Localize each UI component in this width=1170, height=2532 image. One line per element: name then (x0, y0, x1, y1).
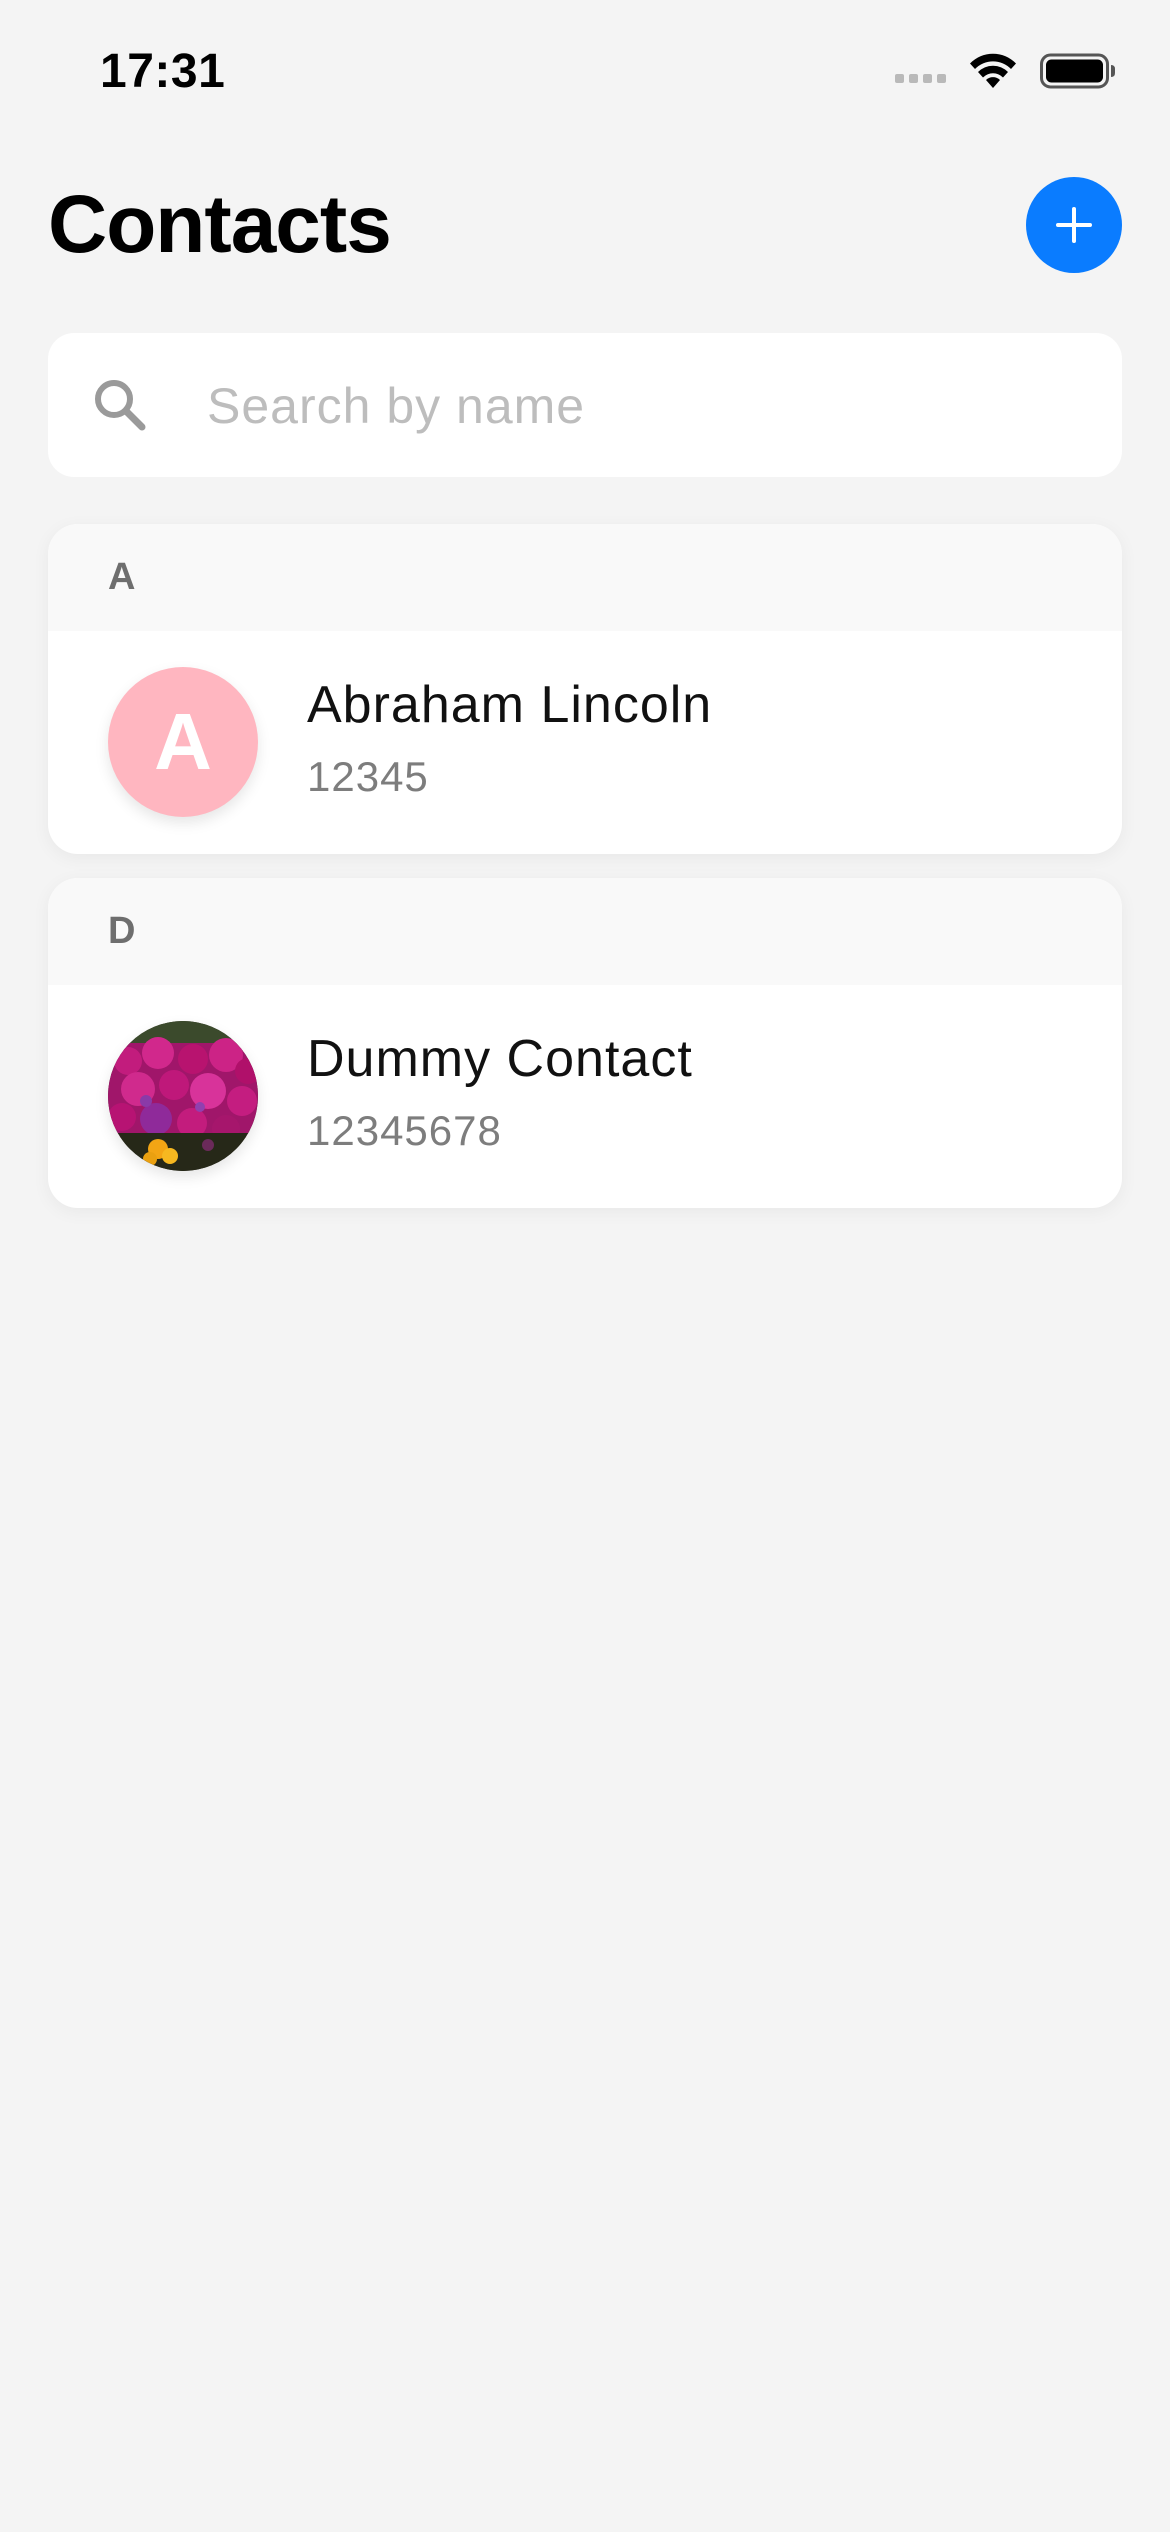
search-bar[interactable] (48, 333, 1122, 477)
status-icons (895, 52, 1116, 90)
contact-name: Dummy Contact (307, 1030, 693, 1088)
search-icon (95, 380, 146, 431)
wifi-icon (970, 53, 1016, 88)
section-d: D Dummy Contact 12345678 (48, 878, 1122, 1208)
section-a: A A Abraham Lincoln 12345 (48, 524, 1122, 854)
contact-phone: 12345678 (307, 1107, 502, 1154)
section-header: D (48, 878, 1122, 985)
contact-row-dummy-contact[interactable]: Dummy Contact 12345678 (48, 985, 1122, 1208)
avatar (108, 1021, 258, 1171)
section-letter: D (108, 910, 136, 952)
status-bar: 17:31 (0, 0, 1170, 150)
contact-name: Abraham Lincoln (307, 676, 713, 734)
section-letter: A (108, 556, 136, 598)
flowers-photo (108, 1021, 258, 1171)
battery-icon (1040, 53, 1115, 89)
search-input[interactable] (205, 369, 1089, 443)
add-contact-button[interactable] (1026, 177, 1122, 273)
contact-phone: 12345 (307, 753, 429, 800)
status-time: 17:31 (100, 45, 226, 98)
avatar-initial: A (154, 697, 212, 786)
section-header: A (48, 524, 1122, 631)
signal-icon (895, 73, 946, 83)
avatar: A (108, 667, 258, 817)
page-title: Contacts (48, 179, 392, 270)
plus-icon (1056, 207, 1092, 243)
contact-row-abraham-lincoln[interactable]: A Abraham Lincoln 12345 (48, 631, 1122, 854)
